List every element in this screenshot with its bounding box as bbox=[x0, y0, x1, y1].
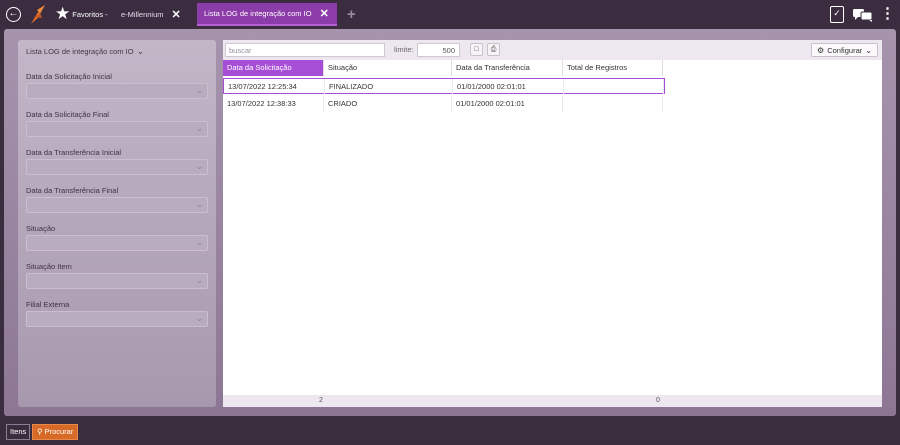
tab-label: e-Millennium bbox=[121, 10, 164, 19]
table-row[interactable]: 13/07/2022 12:25:34 FINALIZADO 01/01/200… bbox=[223, 78, 665, 95]
limit-label: limite: bbox=[394, 45, 414, 54]
chevron-down-icon: ⌄ bbox=[196, 200, 203, 209]
situacao-select[interactable]: ⌄ bbox=[26, 235, 208, 251]
print-icon[interactable]: ⎙ bbox=[487, 43, 500, 56]
chevron-down-icon: ⌄ bbox=[196, 162, 203, 171]
chevron-down-icon: ⌄ bbox=[196, 238, 203, 247]
field-label: Situação bbox=[26, 224, 56, 233]
close-icon[interactable]: ✕ bbox=[172, 8, 181, 21]
tab-e-millennium[interactable]: e-Millennium ✕ bbox=[121, 7, 181, 22]
field-label: Data da Transferência Final bbox=[26, 186, 119, 195]
tab-lista-log[interactable]: Lista LOG de integração com IO ✕ bbox=[197, 3, 337, 26]
more-vertical-icon[interactable]: ⋮ bbox=[880, 5, 895, 23]
field-label: Situação Item bbox=[26, 262, 72, 271]
column-header-situacao[interactable]: Situação bbox=[324, 60, 452, 76]
table-row[interactable]: 13/07/2022 12:38:33 CRIADO 01/01/2000 02… bbox=[223, 96, 663, 112]
total-sum: 0 bbox=[656, 397, 660, 404]
filter-filial-externa: Filial Externa ⌄ bbox=[26, 299, 208, 327]
table-cell: CRIADO bbox=[324, 96, 452, 112]
column-header-data-solicitacao[interactable]: Data da Solicitação bbox=[223, 60, 324, 76]
search-button[interactable]: ⚲ Procurar bbox=[32, 424, 79, 440]
data-transferencia-inicial-select[interactable]: ⌄ bbox=[26, 159, 208, 175]
tab-label: Lista LOG de integração com IO bbox=[204, 9, 312, 18]
clipboard-check-icon[interactable]: ✓ bbox=[830, 6, 844, 23]
grid-toolbar: limite: □ ⎙ ⚙ Configurar ⌄ bbox=[223, 40, 882, 60]
back-icon[interactable]: ← bbox=[6, 7, 21, 22]
grid-header: Data da Solicitação Situação Data da Tra… bbox=[223, 60, 663, 76]
filter-data-transferencia-final: Data da Transferência Final ⌄ bbox=[26, 185, 208, 213]
limit-input[interactable] bbox=[417, 43, 460, 57]
configure-button[interactable]: ⚙ Configurar ⌄ bbox=[811, 43, 878, 57]
filter-panel: Lista LOG de integração com IO ⌄ Data da… bbox=[18, 40, 216, 407]
table-cell bbox=[564, 79, 664, 95]
top-bar: ← ★ Favoritos - e-Millennium ✕ Lista LOG… bbox=[0, 0, 900, 29]
field-label: Filial Externa bbox=[26, 300, 70, 309]
chevron-down-icon: ⌄ bbox=[865, 45, 872, 55]
column-header-data-transferencia[interactable]: Data da Transferência bbox=[452, 60, 563, 76]
favorites-label: Favoritos - bbox=[72, 9, 108, 19]
data-solicitacao-final-select[interactable]: ⌄ bbox=[26, 121, 208, 137]
grid-footer: 2 0 bbox=[223, 395, 882, 407]
filter-data-solicitacao-final: Data da Solicitação Final ⌄ bbox=[26, 109, 208, 137]
field-label: Data da Solicitação Final bbox=[26, 110, 109, 119]
add-tab-icon[interactable]: + bbox=[347, 6, 356, 23]
table-cell: FINALIZADO bbox=[325, 79, 453, 95]
items-button[interactable]: Itens bbox=[6, 424, 31, 440]
row-count: 2 bbox=[319, 397, 323, 404]
chevron-down-icon: ⌄ bbox=[196, 276, 203, 285]
table-cell: 01/01/2000 02:01:01 bbox=[452, 96, 563, 112]
chevron-down-icon: ⌄ bbox=[196, 124, 203, 133]
filter-data-transferencia-inicial: Data da Transferência Inicial ⌄ bbox=[26, 147, 208, 175]
app-logo bbox=[31, 5, 45, 24]
situacao-item-select[interactable]: ⌄ bbox=[26, 273, 208, 289]
table-cell bbox=[563, 96, 663, 112]
bottom-bar: Itens ⚲ Procurar bbox=[0, 420, 900, 445]
configure-label: Configurar bbox=[827, 45, 863, 55]
close-icon[interactable]: ✕ bbox=[320, 7, 329, 20]
column-header-total-registros[interactable]: Total de Registros bbox=[563, 60, 663, 76]
data-solicitacao-inicial-select[interactable]: ⌄ bbox=[26, 83, 208, 99]
chevron-down-icon: ⌄ bbox=[196, 314, 203, 323]
search-icon: ⚲ bbox=[37, 427, 43, 436]
search-button-label: Procurar bbox=[44, 427, 74, 436]
chevron-down-icon: ⌄ bbox=[136, 46, 145, 56]
favorites-button[interactable]: ★ Favoritos - bbox=[55, 4, 108, 24]
field-label: Data da Solicitação Inicial bbox=[26, 72, 112, 81]
star-icon: ★ bbox=[55, 4, 71, 23]
table-cell: 13/07/2022 12:38:33 bbox=[223, 96, 324, 112]
filter-title-label: Lista LOG de integração com IO bbox=[26, 47, 134, 56]
filter-situacao-item: Situação Item ⌄ bbox=[26, 261, 208, 289]
data-transferencia-final-select[interactable]: ⌄ bbox=[26, 197, 208, 213]
chevron-down-icon: ⌄ bbox=[196, 86, 203, 95]
chat-icon[interactable] bbox=[853, 8, 873, 22]
export-document-icon[interactable]: □ bbox=[470, 43, 483, 56]
results-panel: limite: □ ⎙ ⚙ Configurar ⌄ Data da Solic… bbox=[223, 40, 882, 407]
table-cell: 01/01/2000 02:01:01 bbox=[453, 79, 564, 95]
filter-data-solicitacao-inicial: Data da Solicitação Inicial ⌄ bbox=[26, 71, 208, 99]
field-label: Data da Transferência Inicial bbox=[26, 148, 122, 157]
table-cell: 13/07/2022 12:25:34 bbox=[224, 79, 325, 95]
filter-situacao: Situação ⌄ bbox=[26, 223, 208, 251]
filial-externa-select[interactable]: ⌄ bbox=[26, 311, 208, 327]
search-input[interactable] bbox=[225, 43, 385, 57]
filter-panel-title[interactable]: Lista LOG de integração com IO ⌄ bbox=[26, 46, 208, 57]
gear-icon: ⚙ bbox=[817, 45, 825, 55]
